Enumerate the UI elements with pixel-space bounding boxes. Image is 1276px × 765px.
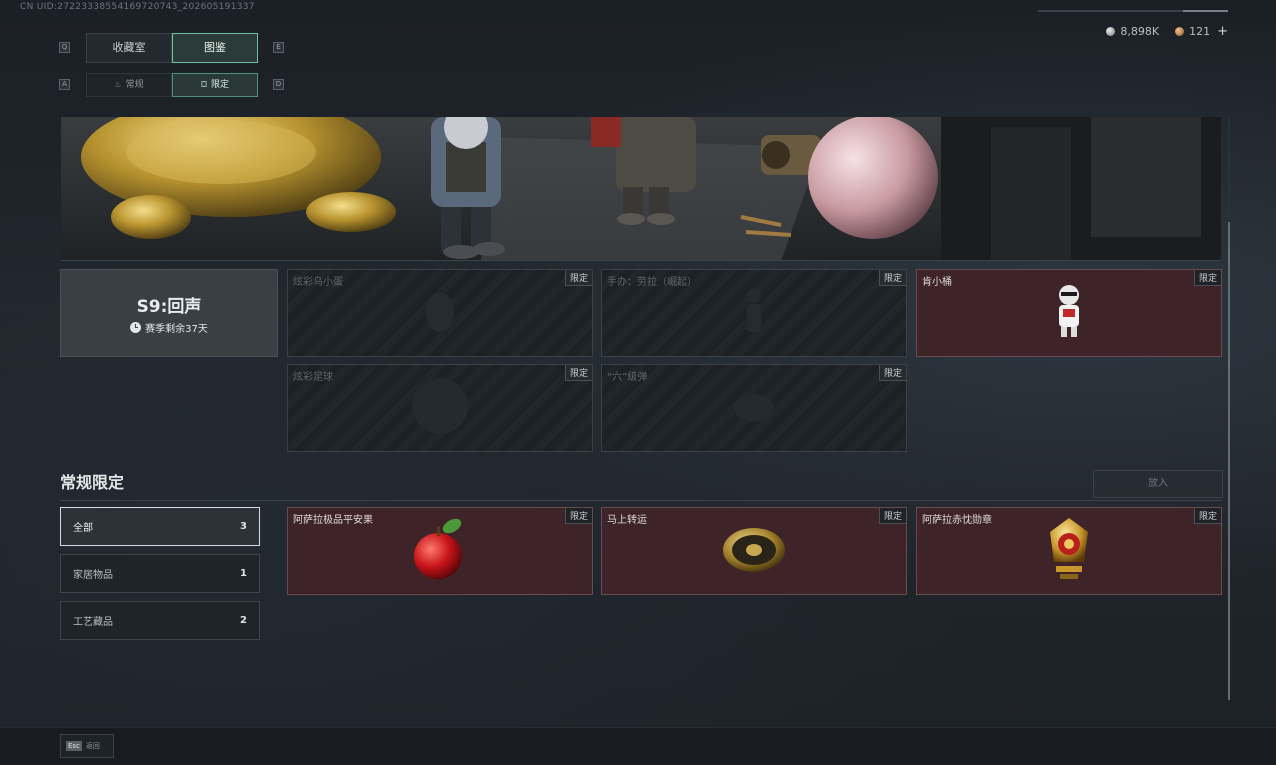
- bottom-bar: [0, 727, 1276, 765]
- scrollbar[interactable]: [1228, 117, 1230, 700]
- limited-tag: 限定: [878, 270, 906, 286]
- football-silhouette-icon: [410, 376, 470, 440]
- key-hint-q: Q: [59, 42, 70, 53]
- filter-count: 1: [240, 568, 247, 579]
- item-card[interactable]: “六”级弹 限定: [601, 364, 907, 452]
- figure-silhouette-icon: [739, 286, 769, 340]
- limited-tag: 限定: [564, 270, 592, 286]
- currency-silver-value: 8,898K: [1120, 25, 1160, 38]
- clock-icon: [130, 322, 142, 333]
- tab-regular-label: 常规: [125, 80, 144, 90]
- bullet-silhouette-icon: [729, 386, 779, 430]
- limited-tag: 限定: [878, 508, 906, 524]
- put-in-button[interactable]: 放入: [1093, 470, 1223, 498]
- season-remaining: 赛季剩余37天: [61, 320, 277, 335]
- item-name: 炫彩乌小蛋: [293, 277, 343, 288]
- bucket-figure-icon: [1049, 281, 1089, 345]
- limited-tag: 限定: [564, 508, 592, 524]
- egg-silhouette-icon: [420, 286, 460, 340]
- item-name: “六”级弹: [607, 372, 648, 383]
- key-hint-a: A: [59, 79, 70, 90]
- medal-icon: [1044, 516, 1094, 586]
- filter-label: 工艺藏品: [73, 617, 113, 628]
- uid-label: CN UID:27223338554169720743_202605191337: [20, 2, 255, 12]
- item-name: 马上转运: [607, 515, 647, 526]
- silver-coin-icon: [1106, 27, 1116, 36]
- season-banner-image: [61, 117, 1221, 261]
- currency-bar: 8,898K 121 +: [1106, 24, 1228, 39]
- item-card[interactable]: 手办：劳拉（崛起） 限定: [601, 269, 907, 357]
- item-card[interactable]: 阿萨拉赤忱勋章 限定: [916, 507, 1222, 595]
- item-card[interactable]: 炫彩足球 限定: [287, 364, 593, 452]
- season-title: S9:回声: [136, 297, 202, 317]
- bronze-coin-icon: [1175, 27, 1185, 36]
- add-currency-button[interactable]: +: [1217, 24, 1228, 39]
- season-remaining-text: 赛季剩余37天: [145, 324, 208, 335]
- tab-limited-label: 限定: [211, 80, 230, 90]
- item-name: 炫彩足球: [293, 372, 333, 383]
- tab-limited[interactable]: ⛋ 限定: [172, 73, 258, 97]
- item-card[interactable]: 阿萨拉极品平安果 限定: [287, 507, 593, 595]
- item-card[interactable]: 肯小桶 限定: [916, 269, 1222, 357]
- key-hint-d: D: [273, 79, 284, 90]
- item-name: 手办：劳拉（崛起）: [607, 277, 697, 288]
- key-hint-e: E: [273, 42, 284, 53]
- currency-silver[interactable]: 8,898K: [1106, 25, 1159, 38]
- currency-bronze[interactable]: 121 +: [1175, 24, 1228, 39]
- main-tabs: 收藏室 图鉴: [86, 33, 258, 63]
- item-name: 阿萨拉赤忱勋章: [922, 515, 992, 526]
- section-title: 常规限定: [60, 473, 125, 492]
- compass-disc-icon: [721, 524, 787, 578]
- back-button[interactable]: Esc 返回: [60, 734, 114, 758]
- tab-regular[interactable]: ♨ 常规: [86, 73, 172, 97]
- esc-key-icon: Esc: [66, 741, 82, 751]
- filter-count: 3: [240, 521, 247, 532]
- sub-tabs: ♨ 常规 ⛋ 限定: [86, 73, 258, 97]
- filter-label: 家居物品: [73, 570, 113, 581]
- filter-label: 全部: [73, 523, 93, 534]
- limited-tag: 限定: [878, 365, 906, 381]
- top-progress-line: [1038, 10, 1228, 12]
- filter-all[interactable]: 全部 3: [60, 507, 260, 546]
- tab-catalog[interactable]: 图鉴: [172, 33, 258, 63]
- season-card: S9:回声 赛季剩余37天: [60, 269, 278, 357]
- limited-tag: 限定: [564, 365, 592, 381]
- currency-bronze-value: 121: [1189, 25, 1211, 38]
- filter-crafts[interactable]: 工艺藏品 2: [60, 601, 260, 640]
- tab-collection-room[interactable]: 收藏室: [86, 33, 172, 63]
- apple-icon: [410, 516, 470, 586]
- filter-count: 2: [240, 615, 247, 626]
- item-name: 肯小桶: [922, 277, 952, 288]
- item-card[interactable]: 马上转运 限定: [601, 507, 907, 595]
- limited-tag: 限定: [1193, 270, 1221, 286]
- gift-icon: ⛋: [200, 80, 208, 89]
- item-name: 阿萨拉极品平安果: [293, 515, 373, 526]
- flame-icon: ♨: [114, 80, 122, 89]
- scrollbar-thumb[interactable]: [1228, 222, 1230, 700]
- item-card[interactable]: 炫彩乌小蛋 限定: [287, 269, 593, 357]
- limited-tag: 限定: [1193, 508, 1221, 524]
- section-divider: [60, 500, 1222, 501]
- filter-home-items[interactable]: 家居物品 1: [60, 554, 260, 593]
- back-label: 返回: [85, 742, 100, 750]
